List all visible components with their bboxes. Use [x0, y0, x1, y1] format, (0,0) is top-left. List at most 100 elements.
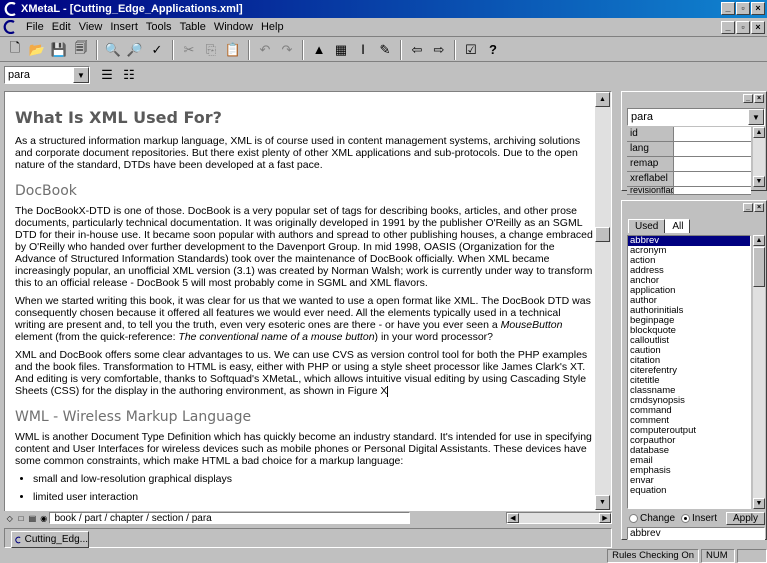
paste-icon[interactable]: 📋 [222, 39, 244, 61]
scroll-thumb[interactable] [595, 227, 610, 242]
change-radio[interactable] [629, 513, 638, 523]
preview-icon[interactable]: ◉ [38, 512, 49, 524]
close-button[interactable]: × [751, 2, 765, 15]
panel-close-button[interactable]: × [754, 203, 764, 212]
save-icon[interactable]: 💾 [48, 39, 70, 61]
panel-close-button[interactable]: × [754, 94, 764, 103]
copy-icon[interactable]: ⎘ [200, 39, 222, 61]
scroll-thumb[interactable] [753, 247, 765, 287]
attribute-value[interactable] [673, 142, 751, 156]
maximize-button[interactable]: ▫ [736, 2, 750, 15]
xmetal-app-icon[interactable] [4, 2, 18, 16]
toolbar-separator [96, 39, 98, 60]
replace-icon[interactable]: 🔎 [124, 39, 146, 61]
document-tab[interactable]: Cutting_Edg... [11, 531, 89, 548]
doc-restore-button[interactable]: ▫ [736, 21, 750, 34]
validate-icon[interactable]: ☑ [460, 39, 482, 61]
bullet-list-icon[interactable]: ☷ [118, 64, 140, 86]
open-icon[interactable]: 📂 [26, 39, 48, 61]
scroll-up-button[interactable]: ▲ [753, 235, 765, 246]
scroll-left-button[interactable]: ◀ [506, 513, 519, 523]
editor-vertical-scrollbar[interactable]: ▲ ▼ [595, 92, 611, 510]
section-heading-wml[interactable]: WML - Wireless Markup Language [15, 409, 593, 425]
attribute-value[interactable] [673, 187, 751, 194]
menu-table[interactable]: Table [176, 21, 210, 33]
scroll-up-button[interactable]: ▲ [595, 92, 610, 107]
editor-horizontal-scrollbar[interactable]: ◀ ▶ [505, 512, 612, 524]
tab-used[interactable]: Used [628, 219, 666, 233]
apply-button[interactable]: Apply [725, 511, 765, 525]
menu-file[interactable]: File [22, 21, 48, 33]
attribute-value[interactable] [673, 172, 751, 186]
insert-radio[interactable] [681, 513, 691, 523]
plain-view-icon[interactable]: ▤ [27, 512, 38, 524]
save-all-icon[interactable]: 🗐 [70, 39, 92, 61]
image-icon[interactable]: ▲ [308, 39, 330, 61]
chevron-down-icon[interactable]: ▼ [73, 67, 89, 83]
help-icon[interactable]: ? [482, 39, 504, 61]
scroll-down-button[interactable]: ▼ [753, 498, 765, 509]
chevron-down-icon[interactable]: ▼ [748, 109, 764, 125]
undo-icon[interactable]: ↶ [254, 39, 276, 61]
list-item[interactable]: limited user interaction [33, 491, 593, 503]
menu-window[interactable]: Window [210, 21, 257, 33]
menu-edit[interactable]: Edit [48, 21, 75, 33]
menu-help[interactable]: Help [257, 21, 288, 33]
normal-view-icon[interactable]: □ [15, 512, 26, 524]
document-icon[interactable] [2, 20, 18, 34]
title-bar: XMetaL - [Cutting_Edge_Applications.xml]… [0, 0, 767, 18]
redo-icon[interactable]: ↷ [276, 39, 298, 61]
doc-minimize-button[interactable]: _ [721, 21, 735, 34]
tab-all[interactable]: All [665, 219, 691, 233]
wml-paragraph-1[interactable]: WML is another Document Type Definition … [15, 431, 593, 467]
docbook-paragraph-3[interactable]: XML and DocBook offers some clear advant… [15, 349, 593, 397]
minimize-button[interactable]: _ [721, 2, 735, 15]
element-name-field[interactable]: abbrev [627, 527, 765, 540]
attribute-row[interactable]: id [627, 127, 751, 142]
spellcheck-icon[interactable]: ✓ [146, 39, 168, 61]
forward-icon[interactable]: ⇨ [428, 39, 450, 61]
attribute-scrollbar[interactable]: ▲ ▼ [753, 127, 765, 187]
intro-paragraph[interactable]: As a structured information markup langu… [15, 135, 593, 171]
element-list[interactable]: abbrev acronym action address anchor applicat… [627, 235, 751, 509]
back-icon[interactable]: ⇦ [406, 39, 428, 61]
tag-view-icon[interactable]: ◇ [4, 512, 15, 524]
cut-icon[interactable]: ✂ [178, 39, 200, 61]
attribute-row[interactable]: revisionflag [627, 187, 751, 195]
attribute-value[interactable] [673, 157, 751, 171]
panel-minimize-button[interactable]: _ [743, 203, 753, 212]
style-combo[interactable]: para ▼ [4, 66, 90, 84]
attribute-row[interactable]: lang [627, 142, 751, 157]
table-icon[interactable]: ▦ [330, 39, 352, 61]
menu-view[interactable]: View [75, 21, 107, 33]
panel-minimize-button[interactable]: _ [743, 94, 753, 103]
find-icon[interactable]: 🔍 [102, 39, 124, 61]
section-heading-docbook[interactable]: DocBook [15, 183, 593, 199]
element-path-bar: ◇ □ ▤ ◉ book / part / chapter / section … [4, 511, 612, 525]
element-list-scrollbar[interactable]: ▲ ▼ [753, 235, 765, 509]
element-path[interactable]: book / part / chapter / section / para [49, 512, 410, 524]
attribute-row[interactable]: remap [627, 157, 751, 172]
scroll-up-button[interactable]: ▲ [753, 127, 765, 138]
docbook-paragraph-2[interactable]: When we started writing this book, it wa… [15, 295, 593, 343]
cursor-icon[interactable]: Ⅰ [352, 39, 374, 61]
doc-close-button[interactable]: × [751, 21, 765, 34]
new-icon[interactable]: 🗋 [4, 39, 26, 61]
scroll-down-button[interactable]: ▼ [753, 176, 765, 187]
attribute-row[interactable]: xreflabel [627, 172, 751, 187]
scroll-right-button[interactable]: ▶ [598, 513, 611, 523]
numbered-list-icon[interactable]: ☰ [96, 64, 118, 86]
scroll-down-button[interactable]: ▼ [595, 495, 610, 510]
document-content[interactable]: What Is XML Used For? As a structured in… [15, 92, 593, 512]
list-item[interactable]: small and low-resolution graphical displ… [33, 473, 593, 485]
tag-icon[interactable]: ✎ [374, 39, 396, 61]
element-list-item[interactable]: equation [628, 486, 750, 496]
menu-insert[interactable]: Insert [106, 21, 142, 33]
docbook-paragraph-1[interactable]: The DocBookX-DTD is one of those. DocBoo… [15, 205, 593, 289]
attribute-value[interactable] [673, 127, 751, 141]
menu-tools[interactable]: Tools [142, 21, 176, 33]
editor-pane[interactable]: What Is XML Used For? As a structured in… [4, 91, 612, 525]
document-title[interactable]: What Is XML Used For? [15, 108, 593, 127]
toolbar-separator [454, 39, 456, 60]
attribute-element-combo[interactable]: para ▼ [627, 108, 765, 126]
